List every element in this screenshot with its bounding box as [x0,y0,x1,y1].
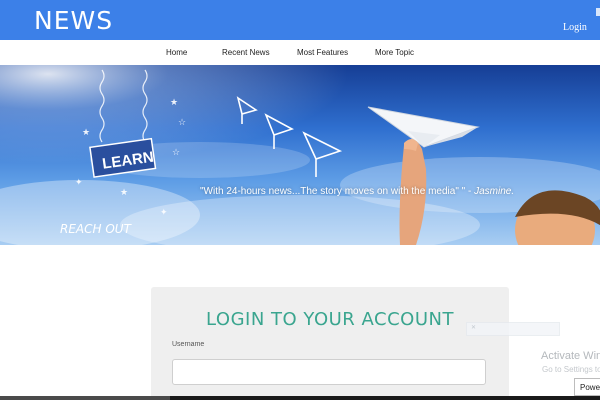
nav-home[interactable]: Home [166,48,187,57]
nav-most-features[interactable]: Most Features [297,48,348,57]
quote-author: Jasmine. [474,186,515,197]
scroll-marker [596,8,600,16]
login-title: LOGIN TO YOUR ACCOUNT [206,309,454,330]
nav-more-topic[interactable]: More Topic [375,48,414,57]
svg-text:✦: ✦ [75,178,83,188]
top-bar: NEWS Login [0,0,600,40]
svg-text:★: ★ [120,188,128,198]
hero-banner: LEARN ★ ☆ ★ ✦ ☆ ★ ✦ REACH OUT "With 24-h… [0,65,600,245]
main-nav: Home Recent News Most Features More Topi… [0,40,600,66]
taskbar [0,396,600,400]
hero-quote: "With 24-hours news...The story moves on… [200,186,514,197]
activate-windows-subtitle: Go to Settings to [542,365,600,374]
username-label: Username [172,341,205,348]
svg-text:☆: ☆ [178,118,186,128]
site-logo[interactable]: NEWS [34,6,113,35]
svg-text:★: ★ [170,98,178,108]
faded-popup-chip: ✕ [466,322,560,336]
quote-text: "With 24-hours news...The story moves on… [200,186,475,197]
taskbar-segment [0,396,170,400]
svg-text:★: ★ [82,128,90,138]
hero-illustration: LEARN ★ ☆ ★ ✦ ☆ ★ ✦ REACH OUT [0,65,600,245]
login-link[interactable]: Login [563,22,587,33]
svg-text:✦: ✦ [160,208,168,218]
chip-close-icon: ✕ [471,325,477,331]
power-button[interactable]: Power [574,378,600,396]
reach-out-text: REACH OUT [60,222,133,236]
activate-windows-title: Activate Win [541,350,600,362]
svg-text:☆: ☆ [172,148,180,158]
username-input[interactable] [172,359,486,385]
login-card: LOGIN TO YOUR ACCOUNT Username [151,287,509,400]
nav-recent-news[interactable]: Recent News [222,48,270,57]
